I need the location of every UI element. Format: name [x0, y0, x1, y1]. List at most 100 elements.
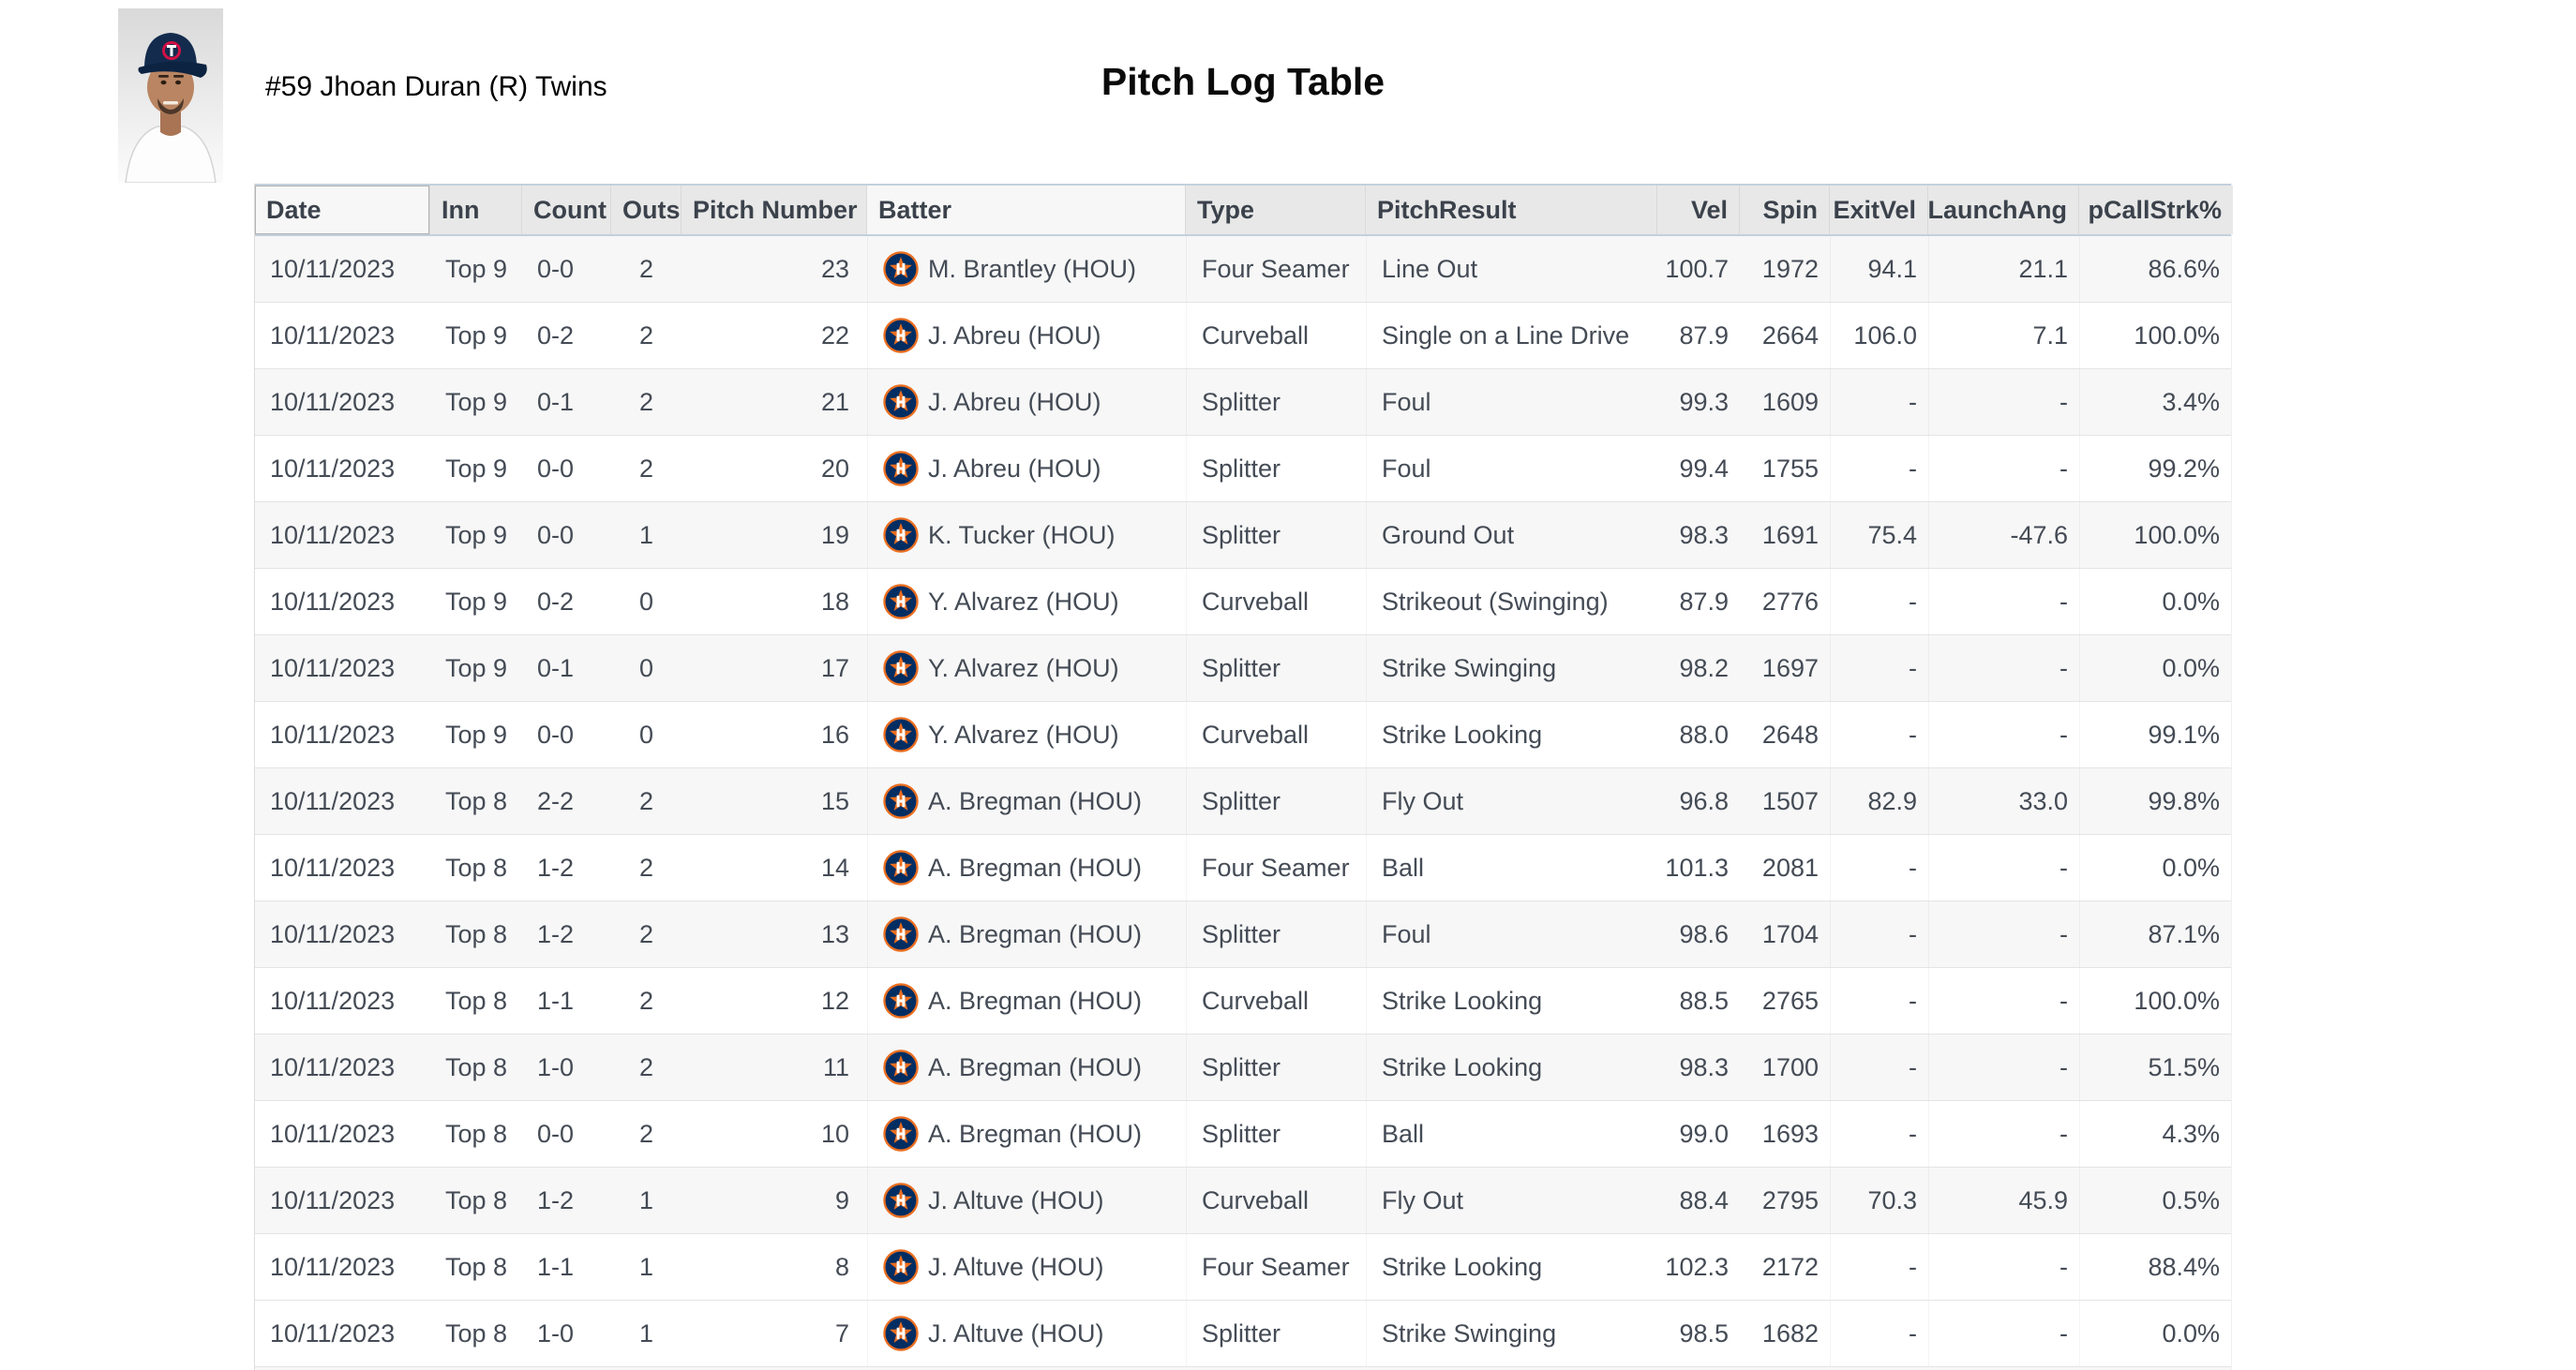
- cell-pitch_number: 19: [681, 502, 867, 568]
- cell-pitch_number: 11: [681, 1035, 867, 1100]
- cell-batter: A. Bregman (HOU): [867, 1101, 1186, 1167]
- cell-exit_vel: -: [1830, 1234, 1928, 1300]
- cell-pitch_result: Strike Looking: [1366, 1035, 1657, 1100]
- cell-launch_ang: -: [1928, 702, 2079, 767]
- cell-type: Four Seamer: [1186, 236, 1366, 302]
- cell-pitch_result: Foul: [1366, 436, 1657, 501]
- col-header-inn[interactable]: Inn: [430, 186, 522, 234]
- cell-vel: 99.3: [1657, 369, 1740, 435]
- cell-pitch_result: Fly Out: [1366, 1168, 1657, 1233]
- table-row: 10/11/2023Top 90-0220J. Abreu (HOU)Split…: [255, 436, 2231, 502]
- col-header-outs[interactable]: Outs: [611, 186, 681, 234]
- cell-launch_ang: -: [1928, 436, 2079, 501]
- table-row: 10/11/2023Top 81-017J. Altuve (HOU)Split…: [255, 1301, 2231, 1367]
- cell-pitch_result: Strikeout (Swinging): [1366, 569, 1657, 634]
- pitch-log-table: DateInnCountOutsPitch NumberBatterTypePi…: [254, 184, 2232, 1370]
- astros-team-logo: [883, 451, 919, 486]
- cell-pitch_result: Ball: [1366, 835, 1657, 901]
- cell-batter: J. Abreu (HOU): [867, 436, 1186, 501]
- table-row: 10/11/2023Top 81-2214A. Bregman (HOU)Fou…: [255, 835, 2231, 901]
- col-header-batter[interactable]: Batter: [867, 186, 1186, 234]
- cell-spin: 1693: [1740, 1101, 1830, 1167]
- cell-inn: Top 9: [430, 635, 522, 701]
- cell-exit_vel: -: [1830, 369, 1928, 435]
- cell-pitch_result: Single on a Line Drive: [1366, 303, 1657, 368]
- cell-batter: A. Bregman (HOU): [867, 835, 1186, 901]
- cell-date: 10/11/2023: [255, 1234, 430, 1300]
- cell-p_call_strk: 88.4%: [2079, 1234, 2233, 1300]
- cell-vel: 98.2: [1657, 635, 1740, 701]
- cell-pitch_result: Strike Looking: [1366, 1234, 1657, 1300]
- cell-pitch_result: Ball: [1366, 1101, 1657, 1167]
- cell-pitch_number: 16: [681, 702, 867, 767]
- cell-pitch_number: 20: [681, 436, 867, 501]
- cell-pitch_result: Foul: [1366, 901, 1657, 967]
- cell-type: Splitter: [1186, 901, 1366, 967]
- col-header-p_call_strk[interactable]: pCallStrk%: [2079, 186, 2233, 234]
- col-header-date[interactable]: Date: [255, 186, 430, 234]
- cell-exit_vel: -: [1830, 635, 1928, 701]
- cell-launch_ang: -: [1928, 1301, 2079, 1366]
- cell-count: 0-0: [522, 436, 611, 501]
- cell-inn: Top 9: [430, 303, 522, 368]
- cell-spin: 2776: [1740, 569, 1830, 634]
- col-header-exit_vel[interactable]: ExitVel: [1830, 186, 1928, 234]
- col-header-pitch_number[interactable]: Pitch Number: [681, 186, 867, 234]
- cell-date: 10/11/2023: [255, 1301, 430, 1366]
- col-header-spin[interactable]: Spin: [1740, 186, 1830, 234]
- cell-pitch_number: 8: [681, 1234, 867, 1300]
- table-row: 10/11/2023Top 90-0016Y. Alvarez (HOU)Cur…: [255, 702, 2231, 768]
- col-header-launch_ang[interactable]: LaunchAng: [1928, 186, 2079, 234]
- col-header-vel[interactable]: Vel: [1657, 186, 1740, 234]
- cell-batter: A. Bregman (HOU): [867, 1035, 1186, 1100]
- batter-name: Y. Alvarez (HOU): [928, 654, 1119, 683]
- batter-name: J. Altuve (HOU): [928, 1186, 1104, 1215]
- cell-inn: Top 8: [430, 1101, 522, 1167]
- astros-team-logo: [883, 1316, 919, 1351]
- astros-team-logo: [883, 650, 919, 686]
- cell-outs: 2: [611, 303, 681, 368]
- cell-date: 10/11/2023: [255, 236, 430, 302]
- col-header-count[interactable]: Count: [522, 186, 611, 234]
- cell-batter: K. Tucker (HOU): [867, 502, 1186, 568]
- table-row: 10/11/2023Top 81-118J. Altuve (HOU)Four …: [255, 1234, 2231, 1301]
- cell-batter: J. Abreu (HOU): [867, 369, 1186, 435]
- table-row: 10/11/2023Top 90-2018Y. Alvarez (HOU)Cur…: [255, 569, 2231, 635]
- cell-date: 10/11/2023: [255, 768, 430, 834]
- cell-type: Splitter: [1186, 1035, 1366, 1100]
- cell-spin: 1691: [1740, 502, 1830, 568]
- cell-pitch_number: 14: [681, 835, 867, 901]
- cell-outs: 2: [611, 968, 681, 1034]
- cell-count: 0-0: [522, 236, 611, 302]
- cell-pitch_result: Foul: [1366, 369, 1657, 435]
- cell-pitch_number: 21: [681, 369, 867, 435]
- cell-type: Splitter: [1186, 1101, 1366, 1167]
- astros-team-logo: [883, 850, 919, 886]
- table-row: 10/11/2023Top 90-1221J. Abreu (HOU)Split…: [255, 369, 2231, 436]
- cell-type: Splitter: [1186, 436, 1366, 501]
- cell-exit_vel: 75.4: [1830, 502, 1928, 568]
- cell-count: 0-0: [522, 502, 611, 568]
- cell-p_call_strk: 0.0%: [2079, 1301, 2233, 1366]
- cell-batter: Y. Alvarez (HOU): [867, 569, 1186, 634]
- cell-type: Curveball: [1186, 968, 1366, 1034]
- astros-team-logo: [883, 1116, 919, 1152]
- batter-name: A. Bregman (HOU): [928, 987, 1142, 1016]
- cell-p_call_strk: 3.4%: [2079, 369, 2233, 435]
- cell-date: 10/11/2023: [255, 369, 430, 435]
- cell-date: 10/11/2023: [255, 303, 430, 368]
- cell-pitch_result: Strike Looking: [1366, 702, 1657, 767]
- col-header-pitch_result[interactable]: PitchResult: [1366, 186, 1657, 234]
- cell-p_call_strk: 87.1%: [2079, 901, 2233, 967]
- cell-count: 0-1: [522, 635, 611, 701]
- cell-inn: Top 9: [430, 702, 522, 767]
- player-photo: [118, 8, 223, 183]
- batter-name: Y. Alvarez (HOU): [928, 721, 1119, 750]
- cell-count: 1-2: [522, 901, 611, 967]
- cell-type: Splitter: [1186, 635, 1366, 701]
- cell-pitch_number: 7: [681, 1301, 867, 1366]
- cell-spin: 1755: [1740, 436, 1830, 501]
- cell-count: 1-0: [522, 1035, 611, 1100]
- col-header-type[interactable]: Type: [1186, 186, 1366, 234]
- cell-exit_vel: -: [1830, 901, 1928, 967]
